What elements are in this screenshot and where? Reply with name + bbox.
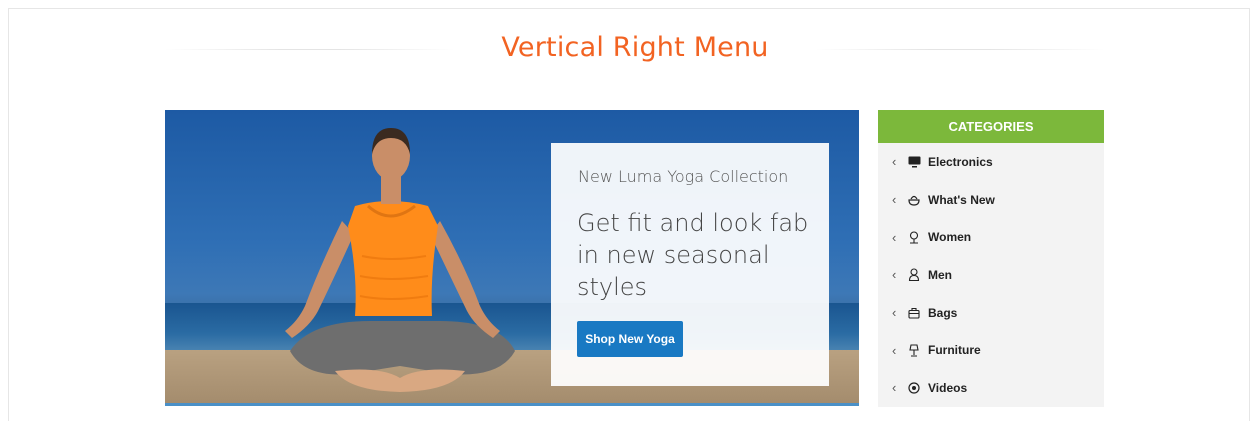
shop-new-yoga-button[interactable]: Shop New Yoga <box>577 321 683 357</box>
category-item-women[interactable]: ‹ Women <box>878 218 1104 256</box>
bowl-icon <box>908 194 926 206</box>
category-item-bags[interactable]: ‹ Bags <box>878 294 1104 332</box>
category-label: Electronics <box>928 154 993 169</box>
category-label: Bags <box>928 305 958 320</box>
category-item-electronics[interactable]: ‹ Electronics <box>878 143 1104 181</box>
banner-bottom-strip <box>165 403 859 406</box>
chevron-left-icon: ‹ <box>892 342 897 358</box>
title-divider-right <box>815 49 1105 50</box>
lamp-icon <box>908 344 926 357</box>
category-label: Women <box>928 230 972 245</box>
woman-icon <box>908 231 926 244</box>
section-title-row: Vertical Right Menu <box>165 28 1105 72</box>
promo-kicker: New Luma Yoga Collection <box>578 167 789 186</box>
category-label: What's New <box>928 192 995 207</box>
chevron-left-icon: ‹ <box>892 192 897 208</box>
category-item-whats-new[interactable]: ‹ What's New <box>878 181 1104 219</box>
hero-banner[interactable]: New Luma Yoga Collection Get fit and loo… <box>165 110 859 406</box>
chevron-left-icon: ‹ <box>892 305 897 321</box>
category-item-men[interactable]: ‹ Men <box>878 256 1104 294</box>
category-label: Furniture <box>928 343 981 358</box>
man-icon <box>908 268 926 282</box>
chevron-left-icon: ‹ <box>892 267 897 283</box>
category-label: Men <box>928 267 952 282</box>
categories-sidebar: CATEGORIES ‹ Electronics ‹ What's New ‹ … <box>878 110 1104 407</box>
promo-headline: Get fit and look fab in new seasonal sty… <box>577 209 809 301</box>
category-item-furniture[interactable]: ‹ Furniture <box>878 331 1104 369</box>
chevron-left-icon: ‹ <box>892 229 897 245</box>
category-list: ‹ Electronics ‹ What's New ‹ Women ‹ Men… <box>878 143 1104 407</box>
chevron-left-icon: ‹ <box>892 154 897 170</box>
chevron-left-icon: ‹ <box>892 380 897 396</box>
play-circle-icon <box>908 382 926 394</box>
bag-icon <box>908 307 926 319</box>
promo-card: New Luma Yoga Collection Get fit and loo… <box>551 143 829 386</box>
categories-header: CATEGORIES <box>878 110 1104 143</box>
monitor-icon <box>908 156 926 168</box>
category-item-videos[interactable]: ‹ Videos <box>878 369 1104 407</box>
category-label: Videos <box>928 380 968 395</box>
section-title: Vertical Right Menu <box>501 32 769 63</box>
yoga-woman-image <box>285 128 515 392</box>
